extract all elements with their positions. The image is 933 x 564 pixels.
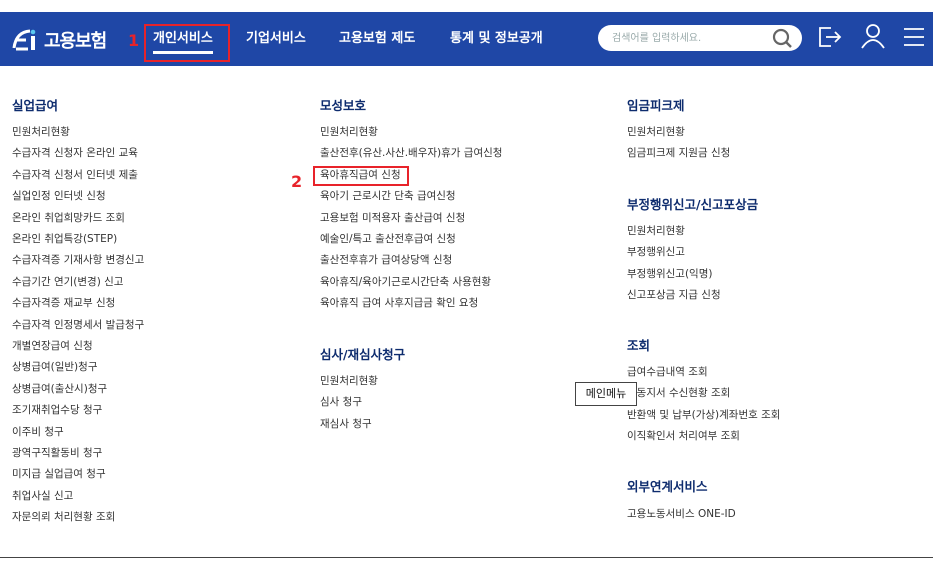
menu-item[interactable]: 이주비 청구 xyxy=(12,425,64,439)
nav-statistics[interactable]: 통계 및 정보공개 xyxy=(450,12,543,66)
menu-item[interactable]: 미지급 실업급여 청구 xyxy=(12,467,106,481)
menu-item[interactable]: 취업사실 신고 xyxy=(12,489,73,503)
section-title-external: 외부연계서비스 xyxy=(627,479,708,494)
menu-item[interactable]: 광역구직활동비 청구 xyxy=(12,446,102,460)
menu-item[interactable]: 민원처리현황 xyxy=(320,374,378,388)
menu-icon[interactable] xyxy=(900,22,928,52)
menu-item[interactable]: 심사 청구 xyxy=(320,395,362,409)
menu-item[interactable]: 자동지서 수신현황 조회 xyxy=(627,386,730,400)
menu-item[interactable]: 예술인/특고 출산전후급여 신청 xyxy=(320,232,456,246)
menu-item[interactable]: 자문의뢰 처리현황 조회 xyxy=(12,510,115,524)
menu-item[interactable]: 민원처리현황 xyxy=(627,125,685,139)
menu-item[interactable]: 실업인정 인터넷 신청 xyxy=(12,189,106,203)
menu-item[interactable]: 민원처리현황 xyxy=(627,224,685,238)
site-logo[interactable]: 고용보험 xyxy=(12,26,107,54)
menu-item[interactable]: 온라인 취업희망카드 조회 xyxy=(12,211,125,225)
menu-item[interactable]: 상병급여(출산시)청구 xyxy=(12,382,107,396)
section-title-appeal: 심사/재심사청구 xyxy=(320,347,406,362)
menu-item[interactable]: 출산전후(유산.사산.배우자)휴가 급여신청 xyxy=(320,146,502,160)
menu-item[interactable]: 민원처리현황 xyxy=(320,125,378,139)
search-icon[interactable] xyxy=(772,28,794,48)
menu-item[interactable]: 수급자격 신청자 온라인 교육 xyxy=(12,146,138,160)
menu-item[interactable]: 부정행위신고 xyxy=(627,245,685,259)
menu-item[interactable]: 반환액 및 납부(가상)계좌번호 조회 xyxy=(627,408,780,422)
menu-item[interactable]: 육아휴직 급여 사후지급금 확인 요청 xyxy=(320,296,478,310)
menu-column-unemployment: 실업급여 xyxy=(12,95,58,113)
menu-item[interactable]: 민원처리현황 xyxy=(12,125,70,139)
section-title-maternity: 모성보호 xyxy=(320,98,367,113)
nav-business-services[interactable]: 기업서비스 xyxy=(246,12,306,66)
menu-item[interactable]: 조기재취업수당 청구 xyxy=(12,403,102,417)
menu-item[interactable]: 재심사 청구 xyxy=(320,417,372,431)
section-title-inquiry: 조회 xyxy=(627,338,651,353)
menu-item[interactable]: 온라인 취업특강(STEP) xyxy=(12,232,117,246)
annotation-marker-1: 1 xyxy=(128,31,140,50)
menu-item[interactable]: 수급자격증 재교부 신청 xyxy=(12,296,115,310)
menu-item[interactable]: 개별연장급여 신청 xyxy=(12,339,93,353)
menu-item[interactable]: 수급기간 연기(변경) 신고 xyxy=(12,275,123,289)
main-menu-tooltip: 메인메뉴 xyxy=(575,382,637,406)
menu-item[interactable]: 급여수급내역 조회 xyxy=(627,365,708,379)
highlight-box-nav xyxy=(144,24,230,62)
menu-item[interactable]: 출산전후휴가 급여상당액 신청 xyxy=(320,253,452,267)
menu-item[interactable]: 육아기 근로시간 단축 급여신청 xyxy=(320,189,456,203)
menu-item[interactable]: 육아휴직/육아기근로시간단축 사용현황 xyxy=(320,275,491,289)
menu-item[interactable]: 수급자격 신청서 인터넷 제출 xyxy=(12,168,138,182)
menu-item[interactable]: 임금피크제 지원금 신청 xyxy=(627,146,730,160)
menu-item[interactable]: 수급자격 인정명세서 발급청구 xyxy=(12,318,144,332)
section-title-wage-peak: 임금피크제 xyxy=(627,98,685,113)
menu-item[interactable]: 상병급여(일반)청구 xyxy=(12,360,97,374)
section-title-unemployment: 실업급여 xyxy=(12,98,59,113)
logo-text: 고용보험 xyxy=(44,31,107,52)
menu-item[interactable]: 신고포상금 지급 신청 xyxy=(627,288,721,302)
annotation-marker-2: 2 xyxy=(291,172,303,191)
menu-item[interactable]: 고용보험 미적용자 출산급여 신청 xyxy=(320,211,465,225)
login-icon[interactable] xyxy=(816,22,844,52)
search-input[interactable] xyxy=(612,29,762,47)
logo-icon xyxy=(12,28,40,52)
menu-item[interactable]: 수급자격증 기재사항 변경신고 xyxy=(12,253,144,267)
search-box xyxy=(598,25,802,51)
menu-column-maternity: 모성보호 xyxy=(320,95,366,113)
menu-item[interactable]: 고용노동서비스 ONE-ID xyxy=(627,507,736,521)
nav-insurance-system[interactable]: 고용보험 제도 xyxy=(339,12,415,66)
bottom-divider xyxy=(0,557,933,558)
user-icon[interactable] xyxy=(859,22,887,52)
menu-item[interactable]: 육아휴직급여 신청 xyxy=(320,168,401,182)
menu-item[interactable]: 이직확인서 처리여부 조회 xyxy=(627,429,740,443)
menu-item[interactable]: 부정행위신고(익명) xyxy=(627,267,712,281)
section-title-fraud-report: 부정행위신고/신고포상금 xyxy=(627,197,759,212)
